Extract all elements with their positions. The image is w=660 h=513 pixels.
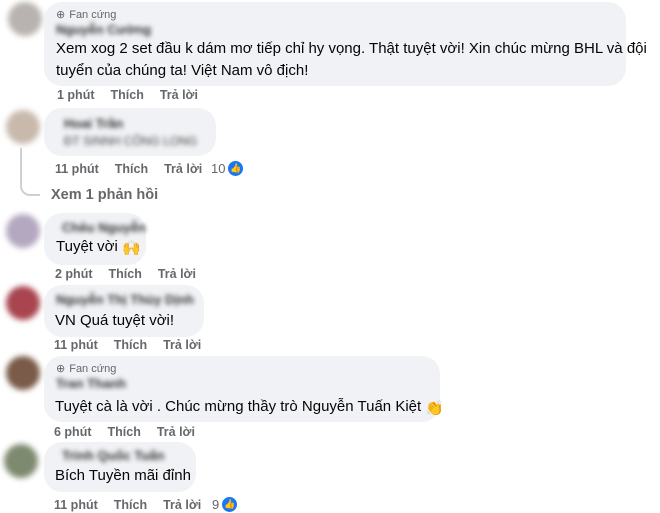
comment-text: Bích Tuyền mãi đỉnh: [55, 467, 191, 484]
like-button[interactable]: Thích: [114, 498, 147, 512]
like-button[interactable]: Thích: [115, 162, 148, 176]
commenter-name[interactable]: Hoai Trần: [64, 116, 123, 131]
like-button[interactable]: Thích: [114, 338, 147, 352]
like-button[interactable]: Thích: [111, 88, 144, 102]
commenter-subtitle: ĐT SINNH CÔNG LONG: [64, 134, 198, 148]
clapping-hands-emoji-icon: 👏: [425, 400, 445, 417]
comment-text: Tuyệt cà là vời . Chúc mừng thầy trò Ngu…: [55, 396, 444, 419]
timestamp[interactable]: 6 phút: [54, 425, 92, 439]
thread-connector: [20, 148, 40, 196]
reply-button[interactable]: Trả lời: [164, 162, 202, 176]
avatar[interactable]: [6, 214, 40, 248]
timestamp[interactable]: 11 phút: [54, 338, 98, 352]
reply-button[interactable]: Trả lời: [163, 498, 201, 512]
reply-button[interactable]: Trả lời: [157, 425, 195, 439]
thumbs-up-icon: 👍: [222, 497, 238, 512]
comment-actions: 11 phút Thích Trả lời: [55, 162, 218, 176]
thumbs-up-icon: 👍: [228, 161, 244, 176]
avatar[interactable]: [8, 2, 42, 36]
like-button[interactable]: Thích: [109, 267, 142, 281]
timestamp[interactable]: 11 phút: [54, 498, 98, 512]
reaction-count[interactable]: 9 👍: [212, 497, 238, 512]
timestamp[interactable]: 2 phút: [55, 267, 93, 281]
comment-text-body: Tuyệt vời: [56, 238, 118, 255]
commenter-name[interactable]: Tran Thanh: [56, 376, 126, 391]
raised-hands-emoji-icon: 🙌: [121, 240, 141, 257]
comment-actions: 1 phút Thích Trả lời: [57, 88, 214, 102]
commenter-name[interactable]: Nguyễn Cường: [56, 22, 151, 37]
badge-label: Fan cứng: [69, 8, 117, 21]
comment-text: VN Quá tuyệt vời!: [55, 312, 175, 329]
comment-text: Tuyệt vời 🙌: [56, 236, 141, 259]
avatar[interactable]: [4, 444, 38, 478]
comment-actions: 2 phút Thích Trả lời: [55, 267, 212, 281]
reaction-number: 10: [211, 161, 226, 176]
timestamp[interactable]: 11 phút: [55, 162, 99, 176]
globe-icon: ⊕: [56, 9, 66, 21]
commenter-name[interactable]: Chêu Nguyễn: [62, 220, 146, 235]
view-replies-link[interactable]: Xem 1 phản hồi: [51, 187, 158, 203]
commenter-name[interactable]: Trinh Quốc Tuấn: [62, 448, 164, 463]
comment-text: tuyển của chúng ta! Việt Nam vô địch!: [56, 62, 309, 79]
avatar[interactable]: [6, 286, 40, 320]
avatar[interactable]: [6, 110, 40, 144]
fan-badge: ⊕ Fan cứng: [56, 362, 117, 376]
timestamp[interactable]: 1 phút: [57, 88, 95, 102]
comment-actions: 6 phút Thích Trả lời: [54, 425, 211, 439]
comment-actions: 11 phút Thích Trả lời: [54, 338, 217, 352]
reply-button[interactable]: Trả lời: [158, 267, 196, 281]
comment-text-body: Tuyệt cà là vời . Chúc mừng thầy trò Ngu…: [55, 398, 422, 415]
fan-badge: ⊕ Fan cứng: [56, 8, 117, 22]
comment-text: Xem xog 2 set đầu k dám mơ tiếp chỉ hy v…: [56, 40, 647, 57]
comment-actions: 11 phút Thích Trả lời: [54, 498, 217, 512]
reaction-number: 9: [212, 497, 220, 512]
commenter-name[interactable]: Nguyễn Thị Thùy Dịnh: [56, 292, 194, 307]
globe-icon: ⊕: [56, 363, 66, 375]
reply-button[interactable]: Trả lời: [163, 338, 201, 352]
like-button[interactable]: Thích: [108, 425, 141, 439]
reaction-count[interactable]: 10 👍: [211, 161, 244, 176]
badge-label: Fan cứng: [69, 362, 117, 375]
reply-button[interactable]: Trả lời: [160, 88, 198, 102]
avatar[interactable]: [6, 356, 40, 390]
